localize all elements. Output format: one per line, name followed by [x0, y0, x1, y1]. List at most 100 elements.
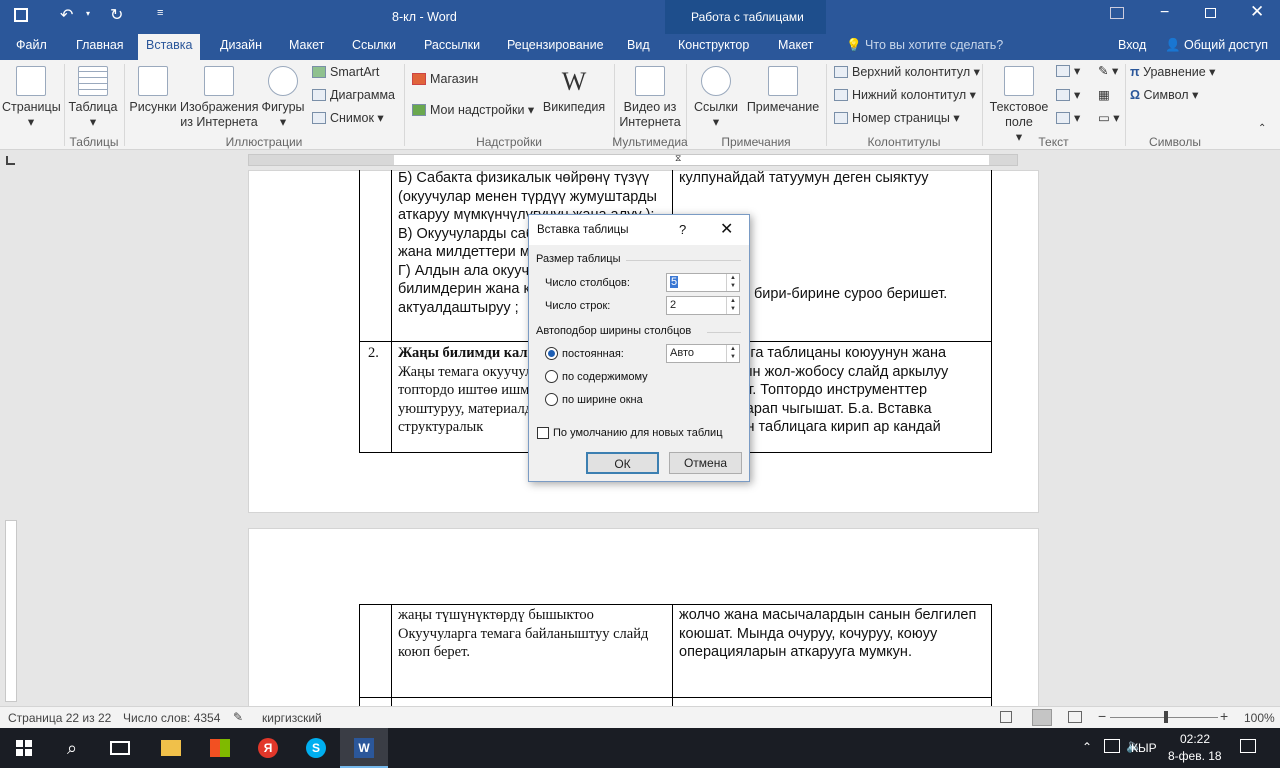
symbol-button[interactable]: Ω Символ ▾	[1130, 86, 1198, 104]
zoom-slider-thumb[interactable]	[1164, 711, 1168, 723]
ok-button[interactable]: ОК	[586, 452, 659, 474]
column-marker-icon[interactable]: ⧖	[675, 153, 681, 164]
collapse-ribbon-icon[interactable]: ⌃	[1258, 120, 1266, 138]
cols-spinner[interactable]: 5 ▲ ▼	[666, 273, 740, 292]
skype-icon[interactable]: S	[292, 728, 340, 768]
fixed-width-spinner[interactable]: Авто ▲ ▼	[666, 344, 740, 363]
store-icon[interactable]	[196, 728, 244, 768]
tab-table-layout[interactable]: Макет	[770, 34, 821, 60]
undo-dropdown-icon[interactable]: ▾	[86, 9, 90, 18]
comment-button[interactable]: Примечание	[746, 66, 820, 115]
tab-references[interactable]: Ссылки	[344, 34, 404, 60]
notifications-icon[interactable]	[1240, 739, 1256, 753]
header-button[interactable]: Верхний колонтитул ▾	[834, 63, 980, 81]
cancel-button[interactable]: Отмена	[669, 452, 742, 474]
task-view-icon[interactable]	[96, 728, 144, 768]
print-layout-icon[interactable]	[1032, 709, 1052, 726]
vertical-ruler[interactable]	[5, 520, 17, 702]
smartart-button[interactable]: SmartArt	[312, 63, 379, 81]
online-video-button[interactable]: Видео из Интернета	[618, 66, 682, 130]
wordart-icon[interactable]: ▾	[1056, 86, 1080, 104]
table-cell-text[interactable]: жаңы түшүнүктөрдү бышыктоо Окуучуларга т…	[398, 606, 666, 662]
contents-radio[interactable]	[545, 370, 558, 383]
tab-home[interactable]: Главная	[68, 34, 132, 60]
zoom-in-icon[interactable]: +	[1220, 708, 1228, 724]
fixed-radio[interactable]	[545, 347, 558, 360]
clock-date[interactable]: 8-фев. 18	[1168, 749, 1222, 763]
chart-button[interactable]: Диаграмма	[312, 86, 395, 104]
tab-view[interactable]: Вид	[619, 34, 658, 60]
language[interactable]: киргизский	[262, 711, 322, 725]
table-button[interactable]: Таблица ▾	[64, 66, 122, 130]
tab-design[interactable]: Дизайн	[212, 34, 270, 60]
word-count[interactable]: Число слов: 4354	[123, 711, 220, 725]
page-number-button[interactable]: Номер страницы ▾	[834, 109, 960, 127]
proofing-icon[interactable]: ✎	[233, 710, 243, 724]
quick-parts-icon[interactable]: ▾	[1056, 62, 1080, 80]
search-icon[interactable]: ⌕	[48, 728, 96, 768]
restore-icon[interactable]	[1205, 8, 1216, 18]
network-icon[interactable]	[1104, 739, 1120, 753]
window-radio[interactable]	[545, 393, 558, 406]
undo-icon[interactable]: ↶	[60, 5, 73, 25]
table-cell-text[interactable]: кулпунайдай татуумун деген сыяктуу	[679, 169, 987, 188]
textbox-button[interactable]: Текстовое поле ▾	[986, 66, 1052, 145]
zoom-level[interactable]: 100%	[1244, 711, 1275, 725]
tab-mailings[interactable]: Рассылки	[416, 34, 488, 60]
wikipedia-button[interactable]: W Википедия	[542, 66, 606, 115]
spin-arrows-icon[interactable]: ▲ ▼	[726, 297, 739, 314]
shapes-button[interactable]: Фигуры ▾	[258, 66, 308, 130]
tab-table-design[interactable]: Конструктор	[670, 34, 757, 60]
tell-me-box[interactable]: 💡 Что вы хотите сделать?	[838, 34, 1011, 60]
save-icon[interactable]	[14, 8, 28, 22]
page-count[interactable]: Страница 22 из 22	[8, 711, 111, 725]
table-cell-text[interactable]: жолчо жана масычалардын санын белгилеп к…	[679, 606, 979, 662]
file-explorer-icon[interactable]	[147, 728, 195, 768]
equation-button[interactable]: π Уравнение ▾	[1130, 63, 1215, 81]
tab-review[interactable]: Рецензирование	[499, 34, 612, 60]
tab-file[interactable]: Файл	[8, 34, 55, 60]
pages-button[interactable]: Страницы ▾	[2, 66, 61, 130]
tray-arrow-icon[interactable]: ⌃	[1082, 740, 1092, 754]
horizontal-ruler[interactable]: ⧖	[248, 153, 1018, 166]
tab-insert[interactable]: Вставка	[138, 34, 201, 60]
footer-button[interactable]: Нижний колонтитул ▾	[834, 86, 976, 104]
clock-time[interactable]: 02:22	[1180, 732, 1210, 746]
spin-arrows-icon[interactable]: ▲ ▼	[726, 345, 739, 362]
share-label: Общий доступ	[1184, 38, 1269, 52]
zoom-out-icon[interactable]: −	[1098, 708, 1106, 724]
tab-stop-icon[interactable]	[6, 156, 15, 165]
web-layout-icon[interactable]	[1068, 711, 1082, 723]
online-pictures-button[interactable]: Изображения из Интернета	[180, 66, 259, 130]
input-language[interactable]: КЫР	[1131, 741, 1157, 755]
default-checkbox[interactable]	[537, 427, 549, 439]
close-icon[interactable]: ✕	[720, 219, 733, 239]
ribbon-display-icon[interactable]	[1110, 7, 1124, 19]
minimize-icon[interactable]: −	[1160, 4, 1169, 22]
group-separator	[707, 332, 741, 333]
rows-spinner[interactable]: 2 ▲ ▼	[666, 296, 740, 315]
help-icon[interactable]: ?	[679, 222, 686, 237]
store-label: Магазин	[430, 72, 479, 86]
tab-layout[interactable]: Макет	[281, 34, 332, 60]
customize-qat-icon[interactable]: ≡	[157, 7, 163, 19]
share-button[interactable]: 👤 Общий доступ	[1157, 34, 1276, 60]
signature-icon[interactable]: ✎ ▾	[1098, 62, 1118, 80]
close-icon[interactable]: ✕	[1250, 2, 1264, 22]
table-cell-text[interactable]: бири-бирине суроо беришет.	[754, 285, 984, 304]
redo-icon[interactable]: ↻	[110, 5, 123, 25]
spin-arrows-icon[interactable]: ▲ ▼	[726, 274, 739, 291]
pictures-button[interactable]: Рисунки	[128, 66, 178, 115]
read-mode-icon[interactable]	[1000, 711, 1012, 723]
yandex-browser-icon[interactable]: Я	[244, 728, 292, 768]
datetime-icon[interactable]: ▦	[1098, 86, 1110, 104]
sign-in-link[interactable]: Вход	[1110, 34, 1154, 60]
dropcap-icon[interactable]: ▾	[1056, 109, 1080, 127]
my-addins-button[interactable]: Мои надстройки ▾	[412, 101, 534, 119]
object-icon[interactable]: ▭ ▾	[1098, 109, 1120, 127]
store-button[interactable]: Магазин	[412, 70, 478, 88]
windows-start-icon[interactable]	[0, 728, 48, 768]
word-taskbar-icon[interactable]: W	[340, 728, 388, 768]
screenshot-button[interactable]: Снимок ▾	[312, 109, 384, 127]
links-button[interactable]: Ссылки ▾	[690, 66, 742, 130]
